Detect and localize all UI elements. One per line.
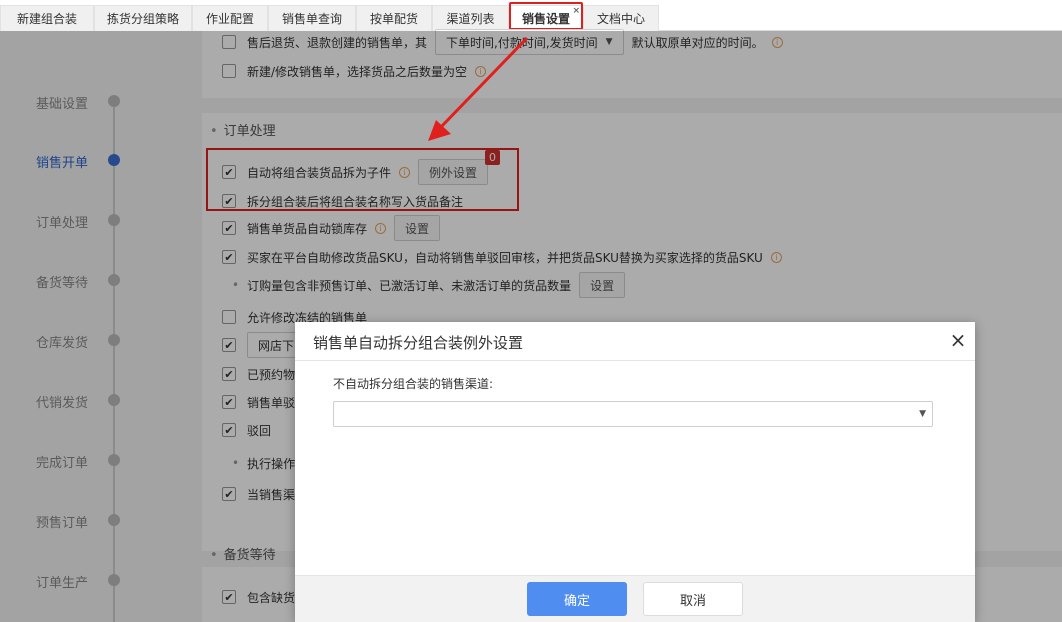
dialog-header: 销售单自动拆分组合装例外设置 ×	[295, 322, 975, 361]
tab-label: 新建组合装	[16, 12, 77, 26]
tab-new-bundle[interactable]: 新建组合装	[0, 5, 94, 31]
channel-field-label: 不自动拆分组合装的销售渠道:	[333, 377, 494, 391]
tab-label: 文档中心	[596, 12, 645, 26]
tab-bar: 新建组合装 拣货分组策略 作业配置 销售单查询 按单配货 渠道列表 销售设置 × …	[0, 0, 1062, 31]
exception-settings-dialog: 销售单自动拆分组合装例外设置 × 不自动拆分组合装的销售渠道: ▼ 确定 取消	[295, 322, 975, 622]
tab-sales-query[interactable]: 销售单查询	[268, 5, 356, 31]
tab-work-config[interactable]: 作业配置	[192, 5, 268, 31]
channel-select[interactable]: ▼	[333, 401, 933, 427]
tab-label: 销售单查询	[281, 12, 342, 26]
caret-down-icon: ▼	[919, 409, 926, 419]
dialog-title: 销售单自动拆分组合装例外设置	[313, 334, 524, 352]
tab-label: 拣货分组策略	[106, 12, 179, 26]
tab-channel-list[interactable]: 渠道列表	[432, 5, 509, 31]
tab-order-picking[interactable]: 按单配货	[356, 5, 432, 31]
tab-doc-center[interactable]: 文档中心	[583, 5, 659, 31]
tab-label: 作业配置	[205, 12, 254, 26]
tab-label: 按单配货	[369, 12, 418, 26]
dialog-footer: 确定 取消	[295, 575, 975, 622]
confirm-button[interactable]: 确定	[527, 582, 627, 616]
close-icon[interactable]: ×	[947, 328, 969, 352]
tab-highlight-box	[509, 2, 583, 30]
tab-picking-strategy[interactable]: 拣货分组策略	[94, 5, 192, 31]
cancel-button[interactable]: 取消	[643, 582, 743, 616]
tab-label: 渠道列表	[446, 12, 495, 26]
